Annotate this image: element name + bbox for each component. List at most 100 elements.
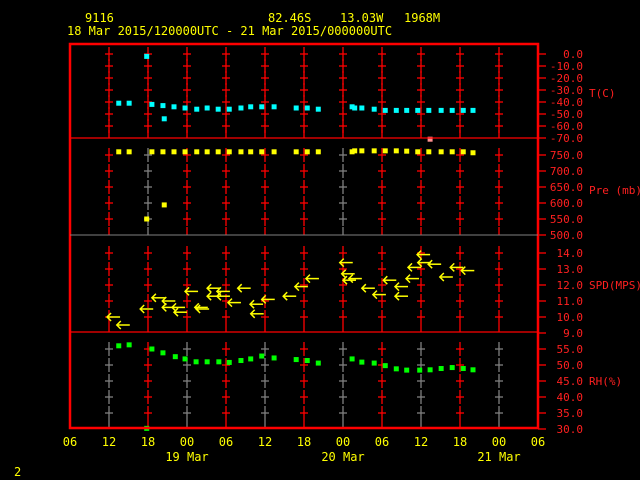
- pressure-point: [304, 149, 310, 155]
- relative-humidity-point: [371, 360, 377, 366]
- data-marks: [105, 53, 476, 431]
- pressure-point: [271, 149, 277, 155]
- relative-humidity-point: [404, 367, 410, 373]
- temperature-point: [415, 107, 421, 113]
- pressure-point: [438, 149, 444, 155]
- relative-humidity-point: [349, 356, 355, 362]
- pressure-point: [194, 149, 200, 155]
- temperature-point: [194, 106, 200, 112]
- relative-humidity-point: [160, 350, 166, 356]
- temperature-point: [161, 116, 167, 122]
- relative-humidity-point: [226, 359, 232, 365]
- y-axis-label-relative-humidity: RH(%): [589, 375, 622, 388]
- relative-humidity-point: [126, 342, 132, 348]
- wind-arrow: [360, 283, 375, 293]
- pressure-point: [171, 149, 177, 155]
- temperature-point: [204, 105, 210, 111]
- temperature-point: [259, 104, 265, 110]
- y-tick-label: -70.0: [550, 132, 583, 145]
- wind-arrow: [226, 298, 241, 308]
- relative-humidity-point: [438, 366, 444, 372]
- wind-arrow: [105, 312, 121, 322]
- temperature-point: [352, 105, 358, 111]
- wind-arrow: [183, 286, 199, 296]
- y-tick-label: 600.0: [550, 197, 583, 210]
- relative-humidity-point: [293, 357, 299, 363]
- x-tick-label: 12: [102, 435, 116, 449]
- pressure-point: [371, 148, 377, 154]
- relative-humidity-point: [259, 353, 265, 359]
- temperature-point: [293, 105, 299, 111]
- pressure-point: [226, 149, 232, 155]
- y-tick-label: 11.0: [557, 295, 584, 308]
- pressure-point: [160, 149, 166, 155]
- y-axis-label-pressure: Pre (mb): [589, 184, 640, 197]
- relative-humidity-point: [417, 367, 423, 373]
- relative-humidity-point: [427, 367, 433, 373]
- pressure-point: [293, 149, 299, 155]
- y-tick-label: 500.0: [550, 229, 583, 242]
- pressure-point: [161, 202, 167, 208]
- relative-humidity-point: [182, 356, 188, 362]
- wind-arrow: [382, 275, 397, 285]
- pressure-point: [404, 148, 410, 154]
- wind-arrow: [438, 272, 453, 282]
- y-tick-label: 9.0: [563, 327, 583, 340]
- x-tick-label: 06: [375, 435, 389, 449]
- pressure-point: [352, 148, 358, 154]
- relative-humidity-point: [149, 346, 155, 352]
- wind-arrow: [338, 258, 353, 268]
- y-tick-label: 12.0: [557, 279, 584, 292]
- y-axis-label-wind-speed: SPD(MPS): [589, 279, 640, 292]
- pressure-point: [382, 148, 388, 154]
- wind-arrow: [347, 274, 362, 284]
- relative-humidity-point: [271, 355, 277, 361]
- temperature-point: [426, 107, 432, 113]
- wind-arrow: [293, 282, 308, 292]
- temperature-point: [438, 107, 444, 113]
- wind-arrow: [404, 274, 420, 284]
- temperature-point: [149, 101, 155, 107]
- y-tick-label: 55.0: [557, 343, 584, 356]
- x-tick-label: 12: [258, 435, 272, 449]
- x-tick-label: 12: [414, 435, 428, 449]
- temperature-point: [315, 106, 321, 112]
- pressure-point: [460, 149, 466, 155]
- temperature-point: [470, 107, 476, 113]
- y-tick-label: 13.0: [557, 263, 584, 276]
- pressure-point: [449, 149, 455, 155]
- y-tick-label: 35.0: [557, 407, 584, 420]
- relative-humidity-point: [304, 358, 310, 364]
- temperature-point: [126, 100, 132, 106]
- wind-arrow: [172, 307, 187, 317]
- relative-humidity-point: [359, 359, 365, 365]
- pressure-point: [359, 148, 365, 154]
- pressure-point: [116, 149, 122, 155]
- x-tick-label: 18: [141, 435, 155, 449]
- y-tick-label: 45.0: [557, 375, 584, 388]
- relative-humidity-point: [382, 363, 388, 369]
- y-tick-label: 700.0: [550, 165, 583, 178]
- temperature-point: [382, 107, 388, 113]
- pressure-point: [426, 149, 432, 155]
- y-tick-label: 40.0: [557, 391, 584, 404]
- wind-arrow: [304, 274, 319, 284]
- station-id: 9116: [85, 11, 114, 25]
- temperature-point: [449, 107, 455, 113]
- station-longitude: 13.03W: [340, 11, 384, 25]
- relative-humidity-point: [172, 354, 178, 360]
- wind-arrow: [427, 259, 442, 269]
- pressure-point: [248, 149, 254, 155]
- wind-arrow: [195, 304, 210, 314]
- temperature-point: [182, 105, 188, 111]
- wind-arrow: [393, 282, 408, 292]
- y-axis-label-temperature: T(C): [589, 87, 616, 100]
- wind-arrow: [416, 250, 431, 260]
- date-label: 19 Mar: [165, 450, 208, 464]
- x-tick-label: 06: [219, 435, 233, 449]
- relative-humidity-point: [248, 356, 254, 362]
- pressure-point: [393, 148, 399, 154]
- y-tick-label: 50.0: [557, 359, 584, 372]
- temperature-point: [248, 104, 254, 110]
- relative-humidity-point: [315, 360, 321, 366]
